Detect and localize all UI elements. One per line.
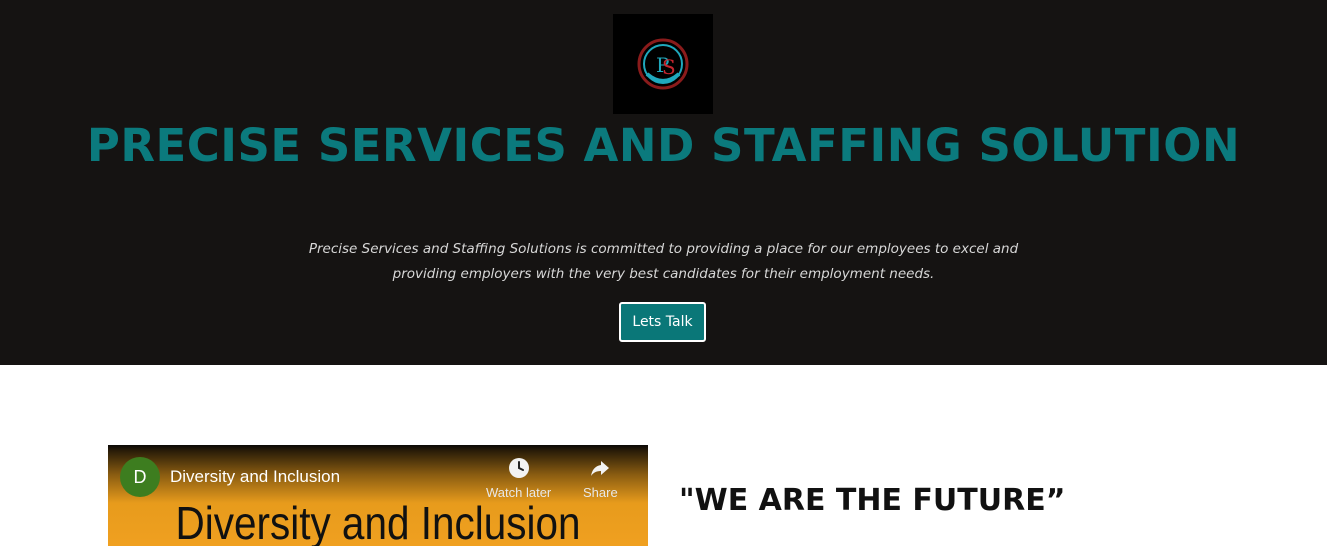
quote-heading: "WE ARE THE FUTURE” bbox=[679, 483, 1066, 518]
share-arrow-icon bbox=[591, 461, 610, 476]
clock-icon bbox=[508, 458, 529, 478]
video-title-link[interactable]: Diversity and Inclusion bbox=[170, 467, 340, 487]
company-logo[interactable]: P S bbox=[613, 14, 713, 114]
hero-description: Precise Services and Staffing Solutions … bbox=[308, 241, 1019, 282]
precise-services-logo-icon: P S bbox=[637, 38, 689, 90]
content-section: D Diversity and Inclusion Watch later Sh… bbox=[0, 365, 1327, 546]
lets-talk-button[interactable]: Lets Talk bbox=[619, 302, 706, 342]
channel-avatar[interactable]: D bbox=[120, 457, 160, 497]
svg-text:S: S bbox=[662, 55, 676, 79]
video-thumbnail-text: Diversity and Inclusion bbox=[175, 497, 581, 546]
hero-section: P S PRECISE SERVICES AND STAFFING SOLUTI… bbox=[0, 0, 1327, 365]
page-title: PRECISE SERVICES AND STAFFING SOLUTION bbox=[86, 119, 1241, 172]
youtube-video-embed[interactable]: D Diversity and Inclusion Watch later Sh… bbox=[108, 445, 648, 546]
